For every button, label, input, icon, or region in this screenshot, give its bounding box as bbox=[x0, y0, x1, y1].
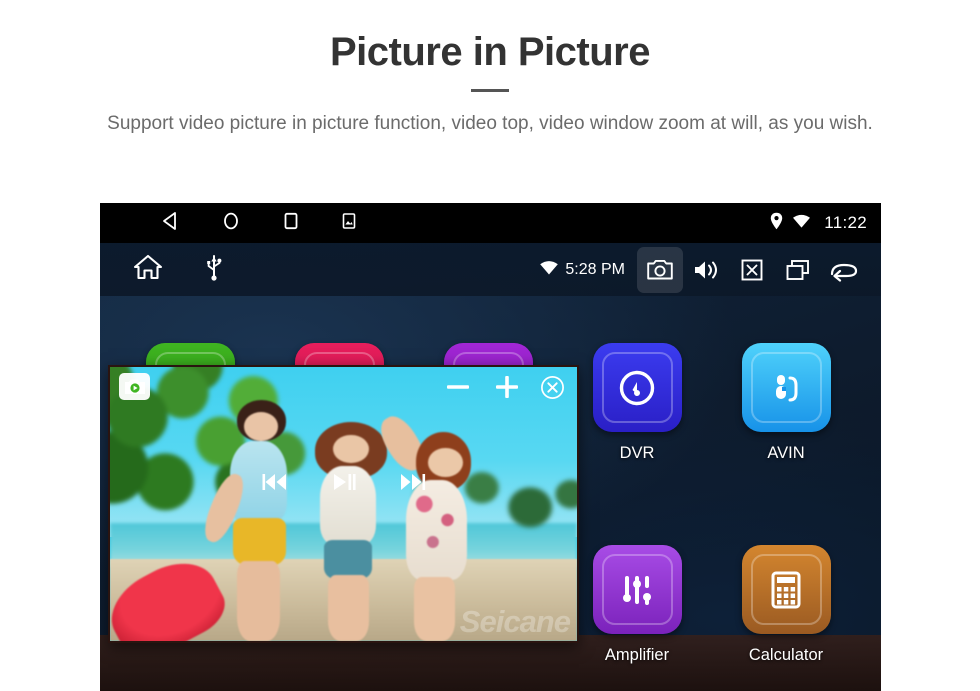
wifi-status-icon bbox=[792, 213, 811, 234]
location-pin-glyph bbox=[771, 212, 783, 229]
close-circle-icon bbox=[541, 375, 564, 399]
wifi-glyph bbox=[540, 260, 559, 274]
calculator-icon[interactable] bbox=[741, 545, 831, 634]
next-icon bbox=[400, 474, 425, 490]
close-box-icon bbox=[741, 259, 763, 280]
pip-video-window[interactable]: Seicane bbox=[108, 365, 579, 643]
recents-button[interactable] bbox=[281, 211, 301, 236]
device-screen: Netflix SiriusXM Wheelkey Study bbox=[100, 203, 881, 691]
volume-button[interactable] bbox=[683, 247, 729, 293]
previous-track-button[interactable] bbox=[262, 471, 289, 498]
sliders-glyph bbox=[623, 575, 651, 605]
close-box-button[interactable] bbox=[729, 247, 775, 293]
title-divider bbox=[471, 89, 509, 92]
close-button[interactable] bbox=[540, 375, 565, 405]
toolbar-right-group: 5:28 PM bbox=[539, 246, 867, 293]
plus-icon bbox=[496, 376, 518, 398]
pip-media-controls bbox=[110, 471, 577, 498]
app-label: DVR bbox=[619, 444, 655, 462]
back-button[interactable] bbox=[161, 211, 181, 236]
usb-icon[interactable] bbox=[205, 253, 223, 286]
app-item-amplifier[interactable]: Amplifier bbox=[562, 545, 712, 665]
dvr-icon[interactable] bbox=[592, 343, 682, 432]
status-nav-group bbox=[161, 211, 357, 236]
page-title: Picture in Picture bbox=[330, 30, 650, 74]
system-toolbar: 5:28 PM bbox=[100, 243, 881, 296]
home-icon[interactable] bbox=[133, 253, 163, 286]
app-label: Calculator bbox=[748, 646, 824, 664]
volume-icon bbox=[695, 261, 717, 278]
status-indicators: 11:22 bbox=[770, 212, 867, 235]
toolbar-left-group bbox=[133, 253, 223, 286]
avin-icon[interactable] bbox=[741, 343, 831, 432]
app-item-dvr[interactable]: DVR bbox=[562, 343, 712, 463]
promo-header: Picture in Picture Support video picture… bbox=[0, 0, 980, 138]
plug-glyph bbox=[776, 374, 798, 401]
video-person-1 bbox=[198, 399, 306, 641]
home-circle-icon bbox=[224, 212, 238, 229]
calc-glyph bbox=[771, 571, 801, 608]
camera-icon bbox=[647, 259, 673, 279]
screenshot-icon bbox=[342, 212, 356, 229]
video-watermark: Seicane bbox=[459, 604, 571, 639]
back-arrow-button[interactable] bbox=[821, 247, 867, 293]
previous-icon bbox=[262, 474, 286, 490]
home-button[interactable] bbox=[221, 211, 241, 236]
app-label: AVIN bbox=[767, 444, 805, 462]
usb-glyph bbox=[207, 255, 222, 281]
amplifier-icon[interactable] bbox=[592, 545, 682, 634]
zoom-in-button[interactable] bbox=[491, 371, 523, 408]
minus-icon bbox=[447, 385, 469, 389]
camera-button[interactable] bbox=[637, 246, 683, 293]
multiwindow-button[interactable] bbox=[775, 247, 821, 293]
back-triangle-icon bbox=[163, 211, 176, 230]
play-pause-button[interactable] bbox=[331, 471, 357, 498]
play-pause-icon bbox=[333, 474, 356, 490]
home-glyph bbox=[133, 254, 163, 280]
zoom-out-button[interactable] bbox=[442, 371, 474, 408]
wifi-icon bbox=[539, 259, 559, 281]
app-item-avin[interactable]: AVIN bbox=[711, 343, 861, 463]
pip-video-frame: Seicane bbox=[110, 367, 577, 641]
android-status-bar: 11:22 bbox=[100, 203, 881, 243]
toolbar-clock: 5:28 PM bbox=[565, 260, 625, 278]
multiwindow-icon bbox=[786, 259, 809, 280]
recents-square-icon bbox=[284, 212, 298, 229]
wifi-status-glyph bbox=[793, 214, 811, 228]
page-subtitle: Support video picture in picture functio… bbox=[107, 113, 873, 134]
next-track-button[interactable] bbox=[399, 471, 426, 498]
pip-window-controls bbox=[442, 371, 565, 408]
gauge-glyph bbox=[619, 370, 655, 405]
status-clock: 11:22 bbox=[824, 213, 867, 232]
video-capture-icon[interactable] bbox=[119, 373, 150, 400]
screenshot-button[interactable] bbox=[341, 212, 357, 235]
app-label: Amplifier bbox=[604, 646, 670, 664]
location-pin-icon bbox=[770, 212, 783, 235]
video-capture-glyph bbox=[124, 379, 145, 394]
back-arrow-icon bbox=[830, 263, 858, 282]
app-item-calculator[interactable]: Calculator bbox=[711, 545, 861, 665]
